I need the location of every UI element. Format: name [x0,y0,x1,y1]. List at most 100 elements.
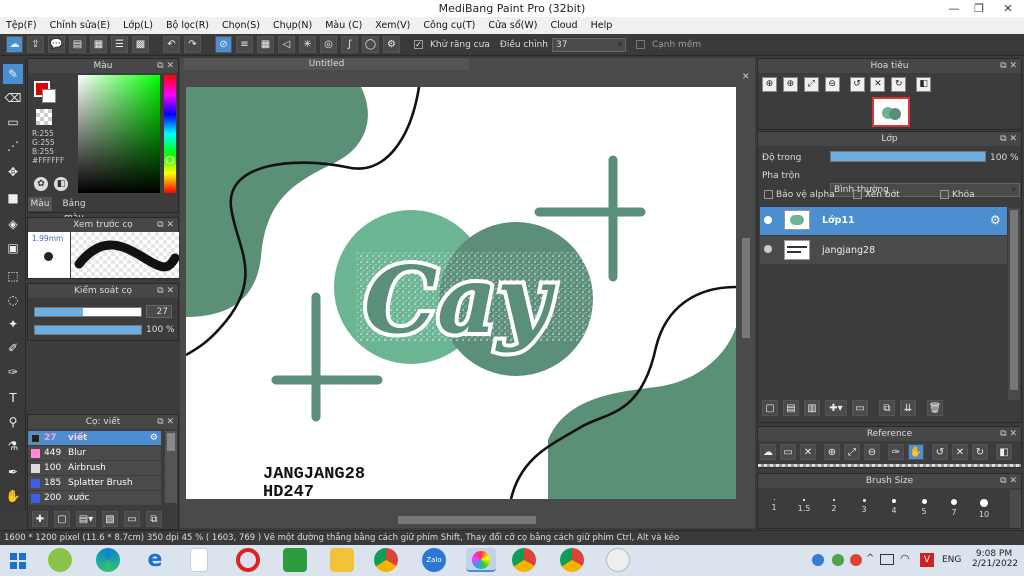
brush-size-value[interactable]: 27 [146,305,172,318]
open-folder-icon[interactable]: ▭ [780,444,796,460]
zoom-out-icon[interactable]: ⊖ [864,444,880,460]
brush-settings-icon[interactable]: ▧ [102,511,118,527]
panel-controls-icon[interactable]: ⧉ ✕ [157,59,174,73]
antialias-checkbox[interactable]: ✓ [414,40,423,49]
close-button[interactable]: ✕ [994,0,1022,17]
hand-icon[interactable]: ✋ [908,444,924,460]
rotate-left-icon[interactable]: ↺ [849,77,865,92]
grid-snap-icon[interactable]: ▦ [257,36,274,53]
tab-color[interactable]: Màu [28,197,52,211]
menu-window[interactable]: Cửa sổ(W) [488,20,537,31]
brush-folder-icon[interactable]: ▭ [124,511,140,527]
page-icon[interactable]: ▤ [69,36,86,53]
brush-tool-icon[interactable]: ✎ [3,64,23,84]
color-picker-field[interactable] [78,75,160,193]
medibang-taskbar-icon[interactable] [466,548,496,572]
panel-controls-icon[interactable]: ⧉ ✕ [157,415,174,429]
undo-icon[interactable]: ↶ [163,36,180,53]
internet-explorer-icon[interactable]: e [143,548,167,572]
gear-icon[interactable]: ⚙ [990,213,1001,227]
edge-icon[interactable] [96,548,120,572]
layer-opacity-slider[interactable] [830,151,986,162]
navigator-thumbnail[interactable] [872,97,910,127]
duplicate-layer-icon[interactable]: ⧉ [879,400,895,416]
tray-icon[interactable] [850,554,862,566]
gradient-tool-icon[interactable]: ▣ [3,238,23,258]
fill-rect-tool-icon[interactable]: ■ [3,188,23,208]
curve-snap-icon[interactable]: ∫ [341,36,358,53]
brush-size-slider[interactable] [34,307,142,317]
new-8bit-layer-icon[interactable]: ▥ [804,400,820,416]
merge-layer-icon[interactable]: ⇊ [900,400,916,416]
select-pen-tool-icon[interactable]: ✐ [3,338,23,358]
horizontal-scrollbar[interactable] [186,514,736,526]
circle-snap-icon[interactable]: ◎ [320,36,337,53]
brush-size-preset[interactable]: 4 [880,495,908,515]
new-brush-icon[interactable]: ▢ [54,511,70,527]
cloud-upload-icon[interactable]: ☁ [760,444,776,460]
add-brush-icon[interactable]: ✚ [32,511,48,527]
brush-size-preset[interactable]: 10 [970,495,998,519]
brush-size-preset[interactable]: 3 [850,495,878,514]
app-icon[interactable] [48,548,72,572]
delete-layer-icon[interactable]: 🗑 [927,400,943,416]
brush-row[interactable]: 449 Blur [28,446,161,460]
menu-edit[interactable]: Chỉnh sửa(E) [50,20,111,31]
menu-cloud[interactable]: Cloud [550,20,577,31]
text-tool-icon[interactable]: T [3,388,23,408]
menu-color[interactable]: Màu (C) [325,20,362,31]
dot-tool-icon[interactable]: ⋰ [3,136,23,156]
panel-controls-icon[interactable]: ⧉ ✕ [1000,427,1017,441]
list-icon[interactable]: ☰ [111,36,128,53]
redo-icon[interactable]: ↷ [184,36,201,53]
hand-tool-icon[interactable]: ✋ [3,486,23,506]
select-eraser-tool-icon[interactable]: ✑ [3,362,23,382]
layer-row-selected[interactable]: Lớp11 ⚙ [760,207,1007,235]
brush-opacity-slider[interactable] [34,325,142,335]
wifi-icon[interactable]: ◠ [900,552,910,565]
grid-icon[interactable]: ▩ [132,36,149,53]
soft-edge-checkbox[interactable] [635,40,645,49]
minimize-button[interactable]: — [940,0,968,17]
close-tab-icon[interactable]: ✕ [742,73,751,82]
brush-size-scrollbar[interactable] [1010,490,1021,528]
eyedropper-icon[interactable]: ✑ [888,444,904,460]
background-color-swatch[interactable] [42,89,56,103]
panel-controls-icon[interactable]: ⧉ ✕ [157,218,174,232]
fit-icon[interactable]: ⤢ [803,77,819,92]
menu-snap[interactable]: Chụp(N) [273,20,312,31]
panel-controls-icon[interactable]: ⧉ ✕ [1000,474,1017,488]
document-tab[interactable]: Untitled [184,58,469,70]
brush-row[interactable]: 200 xước [28,491,161,505]
gear-icon[interactable]: ⚙ [150,431,158,445]
rotate-right-icon[interactable]: ↻ [891,77,907,92]
rotate-right-icon[interactable]: ↻ [972,444,988,460]
store-icon[interactable] [283,548,307,572]
parallel-snap-icon[interactable]: ≡ [236,36,253,53]
menu-help[interactable]: Help [591,20,613,31]
perspective-snap-icon[interactable]: ◁ [278,36,295,53]
language-indicator[interactable]: ENG [942,555,961,565]
brush-row[interactable]: 185 Splatter Brush [28,476,161,490]
flip-icon[interactable]: ◧ [916,77,932,92]
reset-icon[interactable]: ✕ [870,77,886,92]
comment-icon[interactable]: 💬 [48,36,65,53]
move-tool-icon[interactable]: ✥ [3,162,23,182]
file-explorer-icon[interactable] [330,548,354,572]
chrome-profile-icon[interactable] [512,548,536,572]
tray-icon[interactable] [812,554,824,566]
tray-icon[interactable] [832,554,844,566]
drawing-canvas[interactable]: Cay JANGJANG28 HD247 [186,87,736,499]
protect-alpha-checkbox[interactable] [764,190,773,199]
brush-size-preset[interactable]: 7 [940,495,968,517]
no-snap-icon[interactable]: ⊘ [215,36,232,53]
zalo-icon[interactable]: Zalo [422,548,446,572]
close-reference-icon[interactable]: ✕ [800,444,816,460]
vpn-icon[interactable]: V [920,553,934,567]
flip-icon[interactable]: ◧ [996,444,1012,460]
lock-checkbox[interactable] [940,190,949,199]
brush-size-preset[interactable]: 1.5 [790,495,818,513]
panel-controls-icon[interactable]: ⧉ ✕ [1000,132,1017,146]
vertical-scrollbar[interactable] [740,88,752,508]
menu-file[interactable]: Tệp(F) [6,20,37,31]
